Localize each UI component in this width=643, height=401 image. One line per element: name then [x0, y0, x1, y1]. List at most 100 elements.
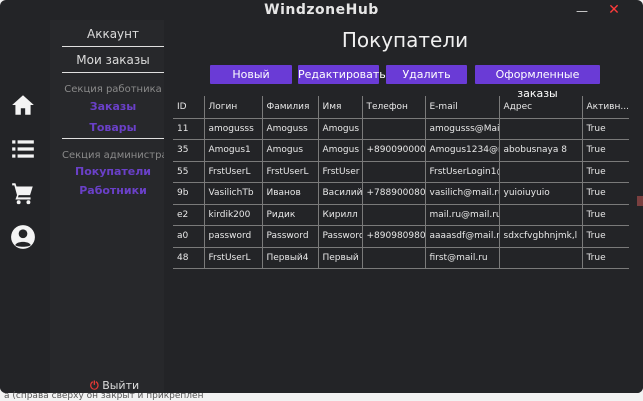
table-cell: [499, 246, 583, 269]
divider: [62, 72, 164, 73]
table-cell: Amogus: [262, 139, 319, 161]
table-cell: 11: [173, 117, 205, 140]
home-icon[interactable]: [10, 92, 36, 118]
table-cell: True: [582, 182, 629, 204]
table-cell: Password: [318, 225, 363, 247]
table-cell: 48: [173, 246, 205, 269]
account-icon[interactable]: [10, 224, 36, 250]
list-icon[interactable]: [10, 136, 36, 162]
table-cell: True: [582, 139, 629, 161]
table-row[interactable]: a0 password Password Password +890980980…: [173, 225, 629, 247]
table-cell: 55: [173, 160, 205, 183]
column-header[interactable]: ID: [173, 96, 205, 118]
table-cell: Ридик: [262, 203, 319, 226]
table-cell: FrstUserL: [204, 160, 263, 183]
table-cell: Первый: [318, 246, 363, 269]
new-button[interactable]: Новый: [210, 65, 292, 84]
delete-button[interactable]: Удалить: [386, 65, 467, 84]
table-cell: yuioiuyuio: [499, 182, 583, 204]
column-header[interactable]: Логин: [204, 96, 263, 118]
background-caption: а (справа сверху он закрыт и прикреплен: [4, 391, 204, 401]
column-header[interactable]: Фамилия: [262, 96, 319, 118]
worker-section-heading: Секция работника: [64, 84, 162, 95]
table-cell: FrstUser: [318, 160, 363, 183]
table-cell: [362, 203, 426, 226]
sidebar: Аккаунт Мои заказы Секция работника Зака…: [50, 20, 164, 393]
table-row[interactable]: 48 FrstUserL Первый4 Первый first@mail.r…: [173, 246, 629, 269]
table-cell: +890090000: [362, 139, 426, 161]
table-cell: [499, 203, 583, 226]
sidebar-link-products[interactable]: Товары: [62, 121, 164, 134]
main-content: Покупатели Новый Редактировать Удалить О…: [164, 20, 643, 393]
sidebar-link-workers[interactable]: Работники: [62, 184, 164, 197]
table-cell: e2: [173, 203, 205, 226]
table-cell: [362, 160, 426, 183]
table-cell: Amogus1: [204, 139, 263, 161]
close-button[interactable]: ✕: [606, 2, 622, 18]
table-cell: kirdik200: [204, 203, 263, 226]
table-cell: True: [582, 246, 629, 269]
table-cell: +788900080: [362, 182, 426, 204]
table-cell: Amogus1234@mail.ru: [425, 139, 500, 161]
table-cell: first@mail.ru: [425, 246, 500, 269]
sidebar-my-orders[interactable]: Мои заказы: [62, 49, 164, 71]
table-cell: [499, 160, 583, 183]
icon-rail: [0, 20, 50, 393]
column-header[interactable]: Активн...: [582, 96, 629, 118]
table-cell: Amogus: [318, 117, 363, 140]
table-cell: FrstUserL: [204, 246, 263, 269]
table-cell: Amogus: [318, 139, 363, 161]
table-cell: [362, 117, 426, 140]
table-cell: abobusnaya 8: [499, 139, 583, 161]
table-cell: [499, 117, 583, 140]
table-cell: Иванов: [262, 182, 319, 204]
minimize-button[interactable]: —: [574, 4, 590, 18]
column-header[interactable]: Адрес: [499, 96, 583, 118]
table-cell: vasilich@mail.ru: [425, 182, 500, 204]
table-header-row: ID Логин Фамилия Имя Телефон E-mail Адре…: [173, 96, 629, 118]
table-cell: amogusss@Mail.ru: [425, 117, 500, 140]
table-row[interactable]: e2 kirdik200 Ридик Кирилл mail.ru@mail.r…: [173, 203, 629, 226]
app-title: WindzoneHub: [264, 2, 379, 18]
column-header[interactable]: Телефон: [362, 96, 426, 118]
placed-orders-button[interactable]: Оформленные заказы: [475, 65, 600, 100]
table-cell: sdxcfvgbhnjmk,l: [499, 225, 583, 247]
page-title: Покупатели: [341, 28, 469, 52]
table-cell: Кирилл: [318, 203, 363, 226]
table-cell: VasilichTb: [204, 182, 263, 204]
table-cell: aaaasdf@mail.ru: [425, 225, 500, 247]
table-cell: Первый4: [262, 246, 319, 269]
table-cell: mail.ru@mail.ru: [425, 203, 500, 226]
table-cell: 9b: [173, 182, 205, 204]
table-cell: amogusss: [204, 117, 263, 140]
table-cell: Amoguss: [262, 117, 319, 140]
cart-icon[interactable]: [10, 180, 36, 206]
sidebar-link-customers[interactable]: Покупатели: [62, 165, 164, 178]
customers-table[interactable]: ID Логин Фамилия Имя Телефон E-mail Адре…: [173, 96, 629, 269]
edit-button[interactable]: Редактировать: [298, 65, 386, 84]
table-cell: [362, 246, 426, 269]
sidebar-link-orders[interactable]: Заказы: [62, 100, 164, 113]
table-row[interactable]: 35 Amogus1 Amogus Amogus +890090000 Amog…: [173, 139, 629, 161]
table-cell: True: [582, 117, 629, 140]
table-cell: password: [204, 225, 263, 247]
table-row[interactable]: 55 FrstUserL FrstUserL FrstUser FrstUser…: [173, 160, 629, 183]
table-row[interactable]: 9b VasilichTb Иванов Василий +788900080 …: [173, 182, 629, 204]
table-cell: True: [582, 203, 629, 226]
table-cell: FrstUserLogin1@mail.ru: [425, 160, 500, 183]
column-header[interactable]: Имя: [318, 96, 363, 118]
divider: [62, 138, 164, 139]
table-cell: +890980980: [362, 225, 426, 247]
table-cell: Password: [262, 225, 319, 247]
sidebar-account[interactable]: Аккаунт: [62, 23, 164, 45]
column-header[interactable]: E-mail: [425, 96, 500, 118]
table-cell: FrstUserL: [262, 160, 319, 183]
table-cell: Василий: [318, 182, 363, 204]
table-row[interactable]: 11 amogusss Amoguss Amogus amogusss@Mail…: [173, 117, 629, 140]
table-cell: True: [582, 225, 629, 247]
table-cell: 35: [173, 139, 205, 161]
background-window-edge: [637, 196, 643, 206]
admin-section-heading: Секция администратора: [62, 150, 164, 161]
table-cell: True: [582, 160, 629, 183]
divider: [62, 46, 164, 47]
